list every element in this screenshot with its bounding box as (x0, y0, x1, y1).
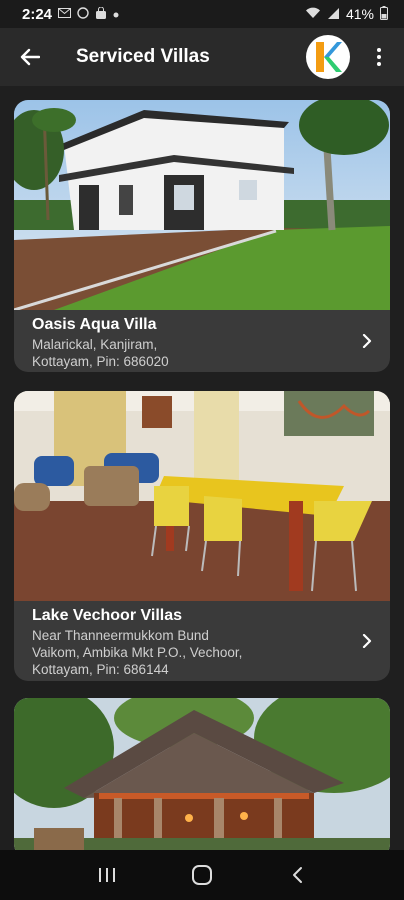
chevron-right-icon (362, 328, 372, 354)
back-nav-button[interactable] (267, 855, 327, 895)
whatsapp-icon (77, 6, 89, 22)
villa-card-third[interactable] (14, 698, 390, 850)
wifi-icon (305, 6, 321, 22)
battery-text: 41% (345, 6, 374, 22)
villa-info: Lake Vechoor Villas Near Thanneermukkom … (14, 601, 390, 681)
status-bar: 2:24 41% (0, 0, 404, 28)
back-button[interactable] (0, 28, 60, 86)
villa-name: Oasis Aqua Villa (32, 316, 157, 333)
villa-list[interactable]: Oasis Aqua Villa Malarickal, Kanjiram, K… (0, 86, 404, 850)
villa-image (14, 698, 390, 850)
app-bar: Serviced Villas (0, 28, 404, 86)
dot-icon (113, 7, 119, 21)
more-options-button[interactable] (368, 28, 390, 86)
bag-icon (95, 6, 107, 22)
status-time: 2:24 (22, 5, 53, 23)
k-logo-icon (316, 42, 342, 72)
villa-address: Near Thanneermukkom Bund Vaikom, Ambika … (32, 628, 243, 677)
status-left: 2:24 (22, 6, 119, 23)
page-title: Serviced Villas (76, 46, 210, 67)
system-nav-bar (0, 850, 404, 900)
villa-image (14, 100, 390, 310)
arrow-back-icon (20, 48, 40, 66)
villa-card-lake-vechoor[interactable]: Lake Vechoor Villas Near Thanneermukkom … (14, 391, 390, 681)
mail-icon (58, 7, 72, 21)
more-vert-icon (377, 48, 381, 52)
home-icon (191, 865, 212, 885)
status-right: 41% (305, 5, 388, 23)
recent-apps-icon (99, 868, 116, 882)
chevron-left-icon (292, 867, 302, 883)
battery-icon (380, 5, 388, 23)
villa-card-oasis[interactable]: Oasis Aqua Villa Malarickal, Kanjiram, K… (14, 100, 390, 372)
home-button[interactable] (172, 855, 232, 895)
signal-icon (327, 6, 340, 22)
villa-info: Oasis Aqua Villa Malarickal, Kanjiram, K… (14, 310, 390, 372)
recent-apps-button[interactable] (77, 855, 137, 895)
chevron-right-icon (362, 628, 372, 654)
villa-name: Lake Vechoor Villas (32, 607, 183, 624)
villa-address: Malarickal, Kanjiram, Kottayam, Pin: 686… (32, 337, 169, 369)
app-logo[interactable] (306, 35, 350, 79)
villa-image (14, 391, 390, 601)
